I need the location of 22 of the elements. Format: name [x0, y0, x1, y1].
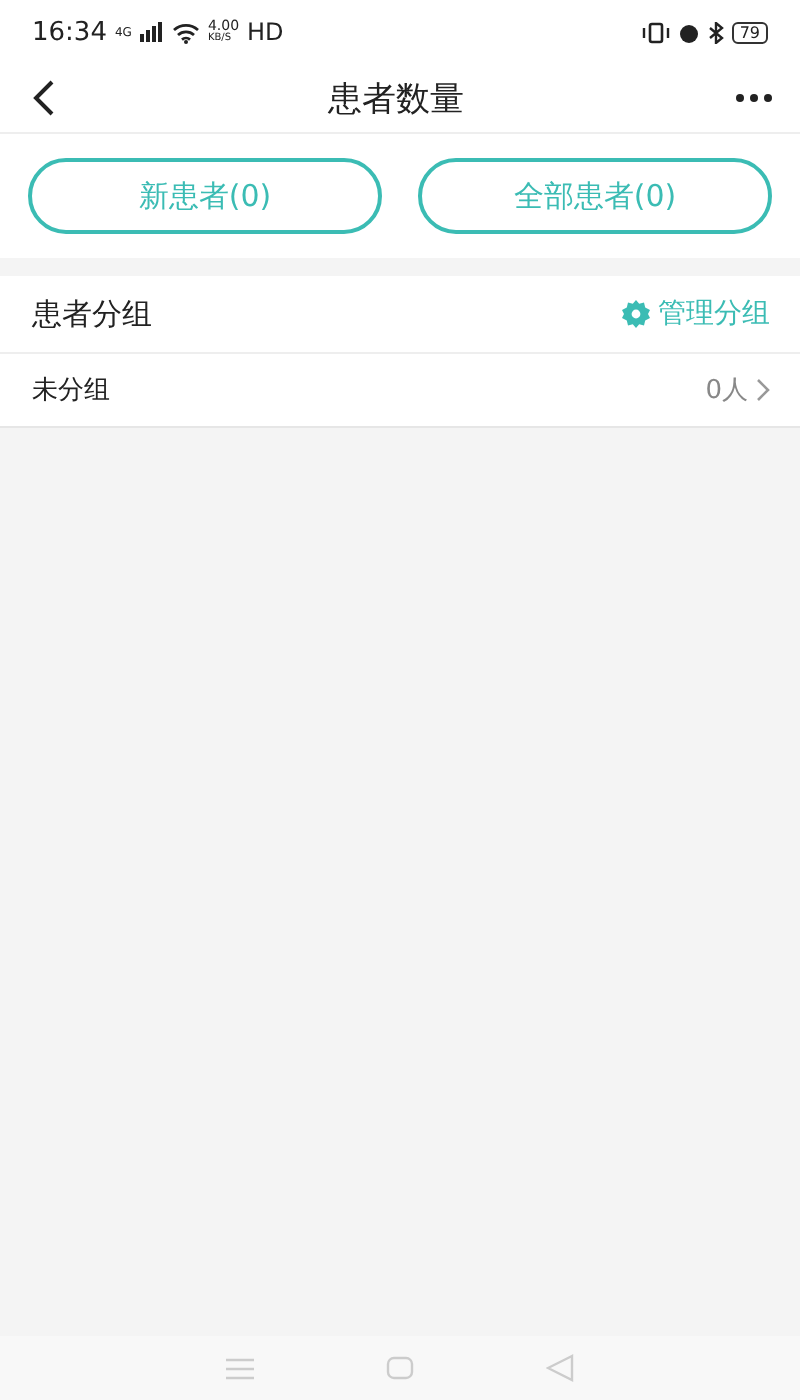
signal-icon — [139, 22, 164, 42]
vibrate-icon — [641, 21, 670, 43]
manage-groups-link[interactable]: 管理分组 — [622, 296, 770, 332]
group-count: 0人 — [705, 374, 748, 408]
back-icon[interactable] — [32, 80, 56, 116]
settings-icon — [622, 300, 650, 328]
home-icon[interactable] — [386, 1356, 414, 1380]
back-nav-icon[interactable] — [546, 1354, 574, 1382]
menu-icon[interactable] — [226, 1357, 254, 1379]
filter-button[interactable]: 新患者(0) — [28, 158, 382, 234]
section-title: 患者分组 — [32, 295, 152, 333]
chevron-icon — [756, 378, 770, 402]
wifi-icon — [171, 21, 200, 43]
page-title: 患者数量 — [328, 77, 464, 121]
battery-level: 79 — [731, 21, 768, 43]
more-icon[interactable] — [736, 94, 772, 102]
clock-time: 16:34 — [32, 17, 107, 47]
group-name: 未分组 — [32, 374, 110, 408]
hd-indicator: HD — [247, 18, 284, 46]
group-row[interactable]: 未分组 0人 — [0, 354, 800, 428]
filter-button[interactable]: 全部患者(0) — [418, 158, 772, 234]
bluetooth-icon — [707, 21, 724, 43]
